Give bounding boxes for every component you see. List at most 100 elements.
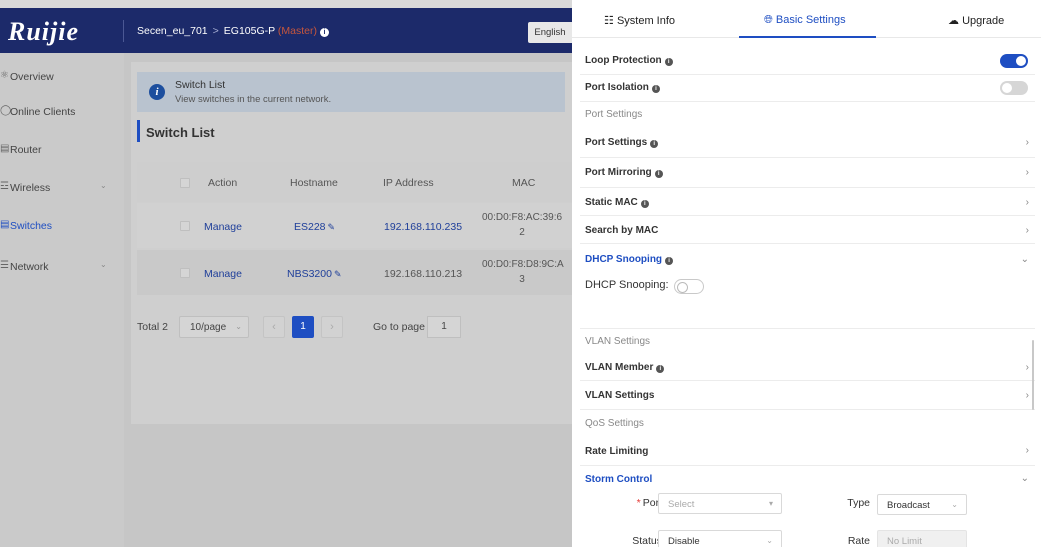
sidebar-item-router[interactable]: ▤ Router <box>0 139 124 161</box>
port-select[interactable]: Select ▾ <box>658 493 782 514</box>
edit-pencil-icon[interactable]: ✎ <box>328 222 336 232</box>
network-icon: ⚛ <box>0 70 9 81</box>
mac-text: 00:D0:F8:D8:9C:A <box>482 259 564 270</box>
goto-page-input[interactable]: 1 <box>427 316 461 338</box>
section-accent-bar <box>137 120 140 142</box>
page-size-select[interactable]: 10/page ⌄ <box>179 316 249 338</box>
page-size-value: 10/page <box>190 322 227 333</box>
vlan-member-row[interactable]: VLAN Member i › <box>580 353 1035 381</box>
table-row: Manage ES228 ✎ 192.168.110.235 00:D0:F8:A… <box>137 203 572 248</box>
loop-protection-label: Loop Protection <box>585 55 662 66</box>
help-icon[interactable]: i <box>650 140 659 148</box>
help-icon[interactable]: i <box>665 257 674 265</box>
help-icon[interactable]: i <box>640 200 649 208</box>
manage-link[interactable]: Manage <box>204 268 242 280</box>
drawer-scrollbar[interactable] <box>1032 340 1034 410</box>
vlan-settings-label: VLAN Settings <box>585 390 655 401</box>
dhcp-snooping-toggle[interactable] <box>674 279 704 294</box>
rate-limiting-label: Rate Limiting <box>585 446 649 457</box>
group-title: Port Settings <box>585 109 643 120</box>
row-label: DHCP Snooping i <box>585 254 674 265</box>
tab-basic-settings[interactable]: 🌐︎ Basic Settings <box>764 14 846 27</box>
chevron-down-icon: ⌄ <box>1020 473 1029 484</box>
rate-input-placeholder: No Limit <box>887 536 922 547</box>
tab-system-info[interactable]: ☷ System Info <box>604 14 675 27</box>
status-select-value: Disable <box>668 536 700 547</box>
row-label: Port Settings i <box>585 137 659 148</box>
chevron-down-icon: ⌄ <box>100 260 107 269</box>
port-mirroring-row[interactable]: Port Mirroring i › <box>580 158 1035 188</box>
tab-label: Upgrade <box>962 15 1005 27</box>
hostname-cell: NBS3200 ✎ <box>287 268 342 280</box>
edit-pencil-icon[interactable]: ✎ <box>334 269 342 279</box>
type-select[interactable]: Broadcast ⌄ <box>877 494 967 515</box>
sidebar-item-online-clients[interactable]: ◯ Online Clients <box>0 101 124 123</box>
chevron-down-icon: ⌄ <box>235 322 242 331</box>
help-icon[interactable]: i <box>654 170 663 178</box>
row-checkbox[interactable] <box>180 268 190 278</box>
sidebar-item-wireless[interactable]: ☲ Wireless ⌄ <box>0 177 124 199</box>
chevron-down-icon: ⌄ <box>951 500 958 509</box>
chevron-down-icon: ▾ <box>768 499 773 508</box>
breadcrumb-site[interactable]: Secen_eu_701 <box>137 25 208 37</box>
info-icon: i <box>149 84 165 100</box>
chevron-right-icon: › <box>1025 362 1029 373</box>
status-select[interactable]: Disable ⌄ <box>658 530 782 547</box>
ip-address-link[interactable]: 192.168.110.235 <box>384 221 462 233</box>
info-icon[interactable]: i <box>319 28 329 37</box>
language-button[interactable]: English <box>528 22 572 43</box>
row-checkbox[interactable] <box>180 221 190 231</box>
breadcrumb-device[interactable]: EG105G-P <box>224 25 275 37</box>
storm-control-label: Storm Control <box>585 474 653 485</box>
page-button-current[interactable]: 1 <box>292 316 314 338</box>
sidebar-item-network[interactable]: ☰ Network ⌄ <box>0 256 124 278</box>
tab-upgrade[interactable]: ☁︎ Upgrade <box>948 14 1004 27</box>
row-label: Port Mirroring i <box>585 167 663 178</box>
static-mac-row[interactable]: Static MAC i › <box>580 188 1035 216</box>
port-settings-row[interactable]: Port Settings i › <box>580 128 1035 158</box>
loop-protection-toggle[interactable] <box>1000 54 1028 68</box>
sidebar-item-switches[interactable]: ▤ Switches <box>0 215 124 237</box>
sidebar-item-label: Overview <box>10 71 54 83</box>
prev-page-button[interactable]: ‹ <box>263 316 285 338</box>
port-isolation-toggle[interactable] <box>1000 81 1028 95</box>
help-icon[interactable]: i <box>651 85 660 93</box>
required-asterisk: * <box>636 497 641 509</box>
storm-control-row[interactable]: Storm Control ⌄ <box>580 466 1035 490</box>
search-by-mac-row[interactable]: Search by MAC › <box>580 216 1035 244</box>
pagination: Total 2 10/page ⌄ ‹ 1 › Go to page 1 <box>137 316 565 340</box>
globe-icon: 🌐︎ <box>764 14 773 26</box>
vlan-settings-row[interactable]: VLAN Settings › <box>580 381 1035 410</box>
mac-text-wrap: 3 <box>519 274 525 285</box>
rate-field-label: Rate <box>847 535 870 547</box>
rate-input[interactable]: No Limit <box>877 530 967 547</box>
next-page-button[interactable]: › <box>321 316 343 338</box>
row-label: Static MAC i <box>585 197 649 208</box>
sidebar-item-overview[interactable]: ⚛ Overview <box>0 66 124 88</box>
tab-label: System Info <box>616 15 676 27</box>
drawer-tabs: ☷ System Info 🌐︎ Basic Settings ☁︎ Upgra… <box>572 8 1041 38</box>
port-isolation-label: Port Isolation <box>585 82 649 93</box>
port-mirroring-label: Port Mirroring <box>585 167 652 178</box>
chevron-right-icon: › <box>1025 197 1029 208</box>
loop-protection-row: Loop Protection i <box>580 48 1035 75</box>
help-icon[interactable]: i <box>664 58 673 66</box>
main-content: i Switch List View switches in the curre… <box>124 53 572 547</box>
pagination-total: Total 2 <box>137 321 168 333</box>
type-select-value: Broadcast <box>887 500 930 511</box>
sidebar-item-label: Wireless <box>10 182 51 194</box>
active-tab-indicator <box>739 36 876 38</box>
dhcp-snooping-row[interactable]: DHCP Snooping i ⌄ <box>580 244 1035 270</box>
sidebar-item-label: Switches <box>10 220 53 232</box>
column-header: IP Address <box>383 177 434 189</box>
sidebar-item-label: Network <box>10 261 49 273</box>
breadcrumb: Secen_eu_701 > EG105G-P (Master) i <box>137 25 329 37</box>
chevron-right-icon: › <box>1025 137 1029 148</box>
static-mac-label: Static MAC <box>585 197 638 208</box>
type-field-label: Type <box>847 497 870 509</box>
rate-limiting-row[interactable]: Rate Limiting › <box>580 436 1035 466</box>
manage-link[interactable]: Manage <box>204 221 242 233</box>
column-header: Action <box>208 177 238 189</box>
select-all-checkbox[interactable] <box>180 178 190 188</box>
help-icon[interactable]: i <box>656 365 665 373</box>
